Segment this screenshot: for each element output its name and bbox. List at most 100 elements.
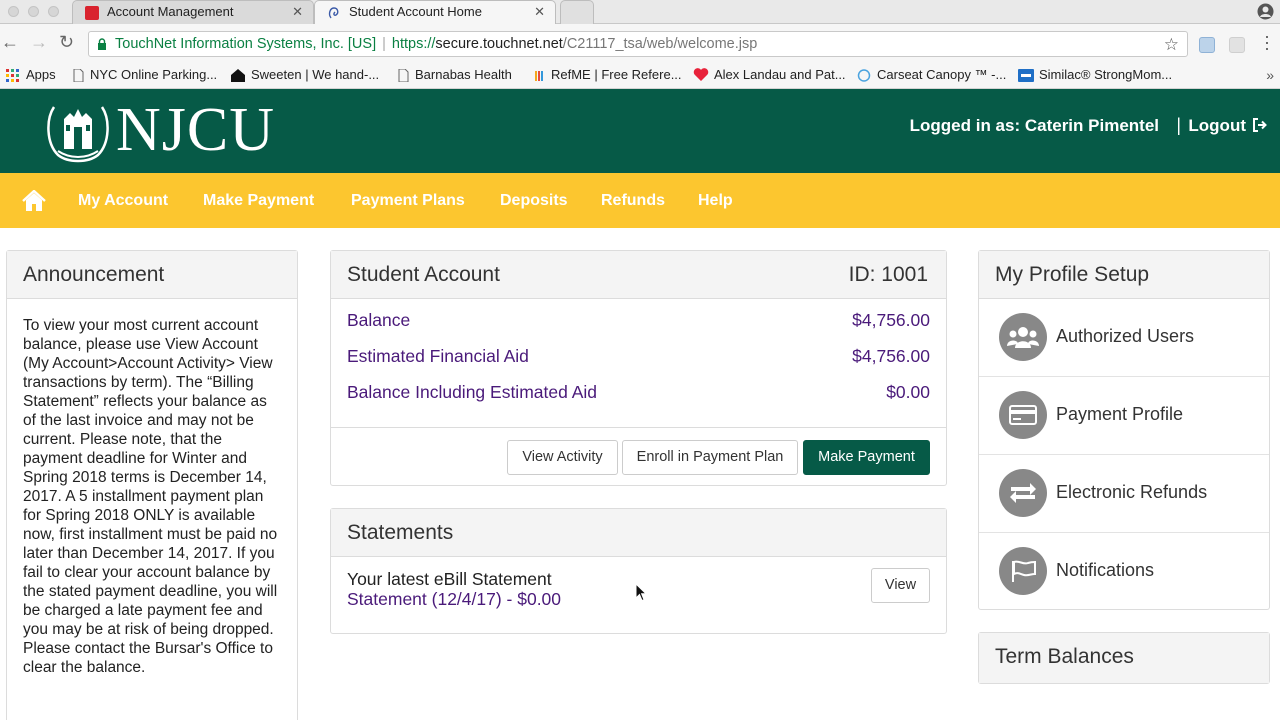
extension-icon[interactable]	[1229, 37, 1245, 53]
bookmark-carseat-canopy[interactable]: Carseat Canopy ™ -...	[857, 67, 1006, 83]
page-icon	[73, 69, 84, 82]
home-icon[interactable]	[22, 190, 46, 212]
loading-favicon-icon	[328, 7, 339, 19]
flag-icon	[999, 547, 1047, 595]
heart-icon	[693, 68, 709, 81]
bookmark-star-icon[interactable]: ☆	[1164, 33, 1179, 57]
latest-statement-label: Your latest eBill Statement	[347, 569, 552, 589]
bookmark-barnabas[interactable]: Barnabas Health	[397, 67, 512, 83]
refund-arrows-icon	[999, 469, 1047, 517]
logout-label: Logout	[1188, 116, 1246, 135]
tab-title: Student Account Home	[349, 4, 482, 19]
site-header: NJCU Logged in as: Caterin Pimentel | Lo…	[0, 89, 1280, 173]
estimated-aid-value: $4,756.00	[852, 346, 930, 366]
njcu-logo-text[interactable]: NJCU	[116, 95, 275, 165]
canopy-icon	[857, 69, 871, 82]
window-close-control[interactable]	[8, 6, 19, 17]
address-bar[interactable]: TouchNet Information Systems, Inc. [US] |…	[88, 31, 1188, 57]
announcement-text: To view your most current account balanc…	[23, 317, 278, 676]
balance-value: $4,756.00	[852, 310, 930, 330]
balance-row[interactable]: Balance $4,756.00	[347, 310, 930, 331]
bookmark-label: NYC Online Parking...	[90, 67, 218, 82]
enroll-payment-plan-button[interactable]: Enroll in Payment Plan	[622, 440, 798, 475]
make-payment-button[interactable]: Make Payment	[803, 440, 930, 475]
student-account-title: Student Account	[347, 263, 500, 286]
url-path: /C21117_tsa/web/welcome.jsp	[562, 36, 758, 52]
balance-label[interactable]: Balance	[347, 310, 410, 330]
nav-refunds[interactable]: Refunds	[601, 192, 665, 210]
certificate-org: TouchNet Information Systems, Inc. [US]	[115, 36, 377, 52]
statement-link[interactable]: Statement (12/4/17) - $0.00	[347, 589, 561, 610]
nav-deposits[interactable]: Deposits	[500, 192, 568, 210]
back-arrow-icon[interactable]: ←	[1, 32, 19, 53]
nav-payment-plans[interactable]: Payment Plans	[351, 192, 465, 210]
profile-setup-panel: My Profile Setup Authorized Users Paymen…	[978, 250, 1270, 610]
electronic-refunds-label[interactable]: Electronic Refunds	[1056, 482, 1207, 503]
estimated-aid-label[interactable]: Estimated Financial Aid	[347, 346, 529, 366]
student-account-panel: Student Account ID: 1001 Balance $4,756.…	[330, 250, 947, 486]
estimated-aid-row[interactable]: Estimated Financial Aid $4,756.00	[347, 346, 930, 367]
balance-incl-aid-label[interactable]: Balance Including Estimated Aid	[347, 382, 597, 402]
tab-account-management[interactable]: Account Management ✕	[72, 0, 314, 24]
profile-setup-title: My Profile Setup	[979, 251, 1269, 299]
bookmark-similac[interactable]: Similac® StrongMom...	[1018, 67, 1172, 83]
balance-incl-aid-value: $0.00	[886, 382, 930, 402]
tab-title: Account Management	[107, 4, 234, 19]
announcement-panel: Announcement To view your most current a…	[6, 250, 298, 720]
bookmarks-bar: Apps NYC Online Parking... Sweeten | We …	[0, 64, 1280, 89]
bookmark-apps[interactable]: Apps	[6, 67, 56, 83]
forward-arrow-icon[interactable]: →	[30, 32, 48, 53]
notifications-label[interactable]: Notifications	[1056, 560, 1154, 581]
term-balances-panel: Term Balances	[978, 632, 1270, 684]
logout-icon	[1253, 118, 1267, 132]
tab-student-account-home[interactable]: Student Account Home ✕	[314, 0, 556, 25]
authorized-users-label[interactable]: Authorized Users	[1056, 326, 1194, 347]
credit-card-icon	[999, 391, 1047, 439]
header-separator: |	[1176, 115, 1181, 135]
bookmark-label: Barnabas Health	[415, 67, 512, 82]
similac-icon	[1018, 69, 1034, 82]
view-statement-button[interactable]: View	[871, 568, 930, 603]
payment-profile-label[interactable]: Payment Profile	[1056, 404, 1183, 425]
reload-icon[interactable]: ↻	[59, 32, 74, 53]
nav-make-payment[interactable]: Make Payment	[203, 192, 314, 210]
term-balances-title[interactable]: Term Balances	[979, 633, 1269, 683]
bookmark-sweeten[interactable]: Sweeten | We hand-...	[231, 67, 379, 83]
profile-item-payment-profile[interactable]: Payment Profile	[979, 377, 1269, 455]
nav-help[interactable]: Help	[698, 192, 733, 210]
more-bookmarks-icon[interactable]: »	[1266, 67, 1274, 83]
profile-user-icon[interactable]	[1257, 3, 1274, 20]
apps-grid-icon	[6, 69, 19, 82]
bookmark-label: Sweeten | We hand-...	[251, 67, 380, 82]
browser-toolbar: ← → ↻ TouchNet Information Systems, Inc.…	[0, 24, 1280, 64]
student-account-header: Student Account ID: 1001	[331, 251, 946, 299]
profile-item-electronic-refunds[interactable]: Electronic Refunds	[979, 455, 1269, 533]
bookmark-label: Similac® StrongMom...	[1039, 67, 1173, 82]
close-tab-icon[interactable]: ✕	[292, 1, 303, 23]
student-id: ID: 1001	[848, 263, 928, 286]
bookmark-label: RefME | Free Refere...	[551, 67, 682, 82]
bookmark-alex-landau[interactable]: Alex Landau and Pat...	[693, 67, 846, 83]
browser-menu-icon[interactable]: · · ·	[1264, 27, 1270, 57]
account-actions: View Activity Enroll in Payment Plan Mak…	[331, 427, 946, 487]
profile-item-notifications[interactable]: Notifications	[979, 533, 1269, 611]
refme-bars-icon	[535, 71, 543, 81]
window-minimize-control[interactable]	[28, 6, 39, 17]
new-tab-button[interactable]	[560, 0, 594, 24]
view-activity-button[interactable]: View Activity	[507, 440, 618, 475]
window-zoom-control[interactable]	[48, 6, 59, 17]
mouse-cursor-icon	[635, 583, 647, 602]
profile-item-authorized-users[interactable]: Authorized Users	[979, 299, 1269, 377]
close-tab-icon[interactable]: ✕	[534, 1, 545, 23]
logout-link[interactable]: Logout	[1188, 116, 1268, 136]
njcu-crest-icon[interactable]	[44, 99, 112, 163]
logged-in-user: Logged in as: Caterin Pimentel	[909, 116, 1159, 135]
site-favicon-icon	[85, 6, 99, 20]
nav-my-account[interactable]: My Account	[78, 192, 168, 210]
bookmark-label: Alex Landau and Pat...	[714, 67, 846, 82]
extension-icon[interactable]	[1199, 37, 1215, 53]
statements-title: Statements	[331, 509, 946, 557]
bookmark-nyc-parking[interactable]: NYC Online Parking...	[72, 67, 217, 83]
balance-incl-aid-row[interactable]: Balance Including Estimated Aid $0.00	[347, 382, 930, 403]
bookmark-refme[interactable]: RefME | Free Refere...	[533, 67, 682, 83]
